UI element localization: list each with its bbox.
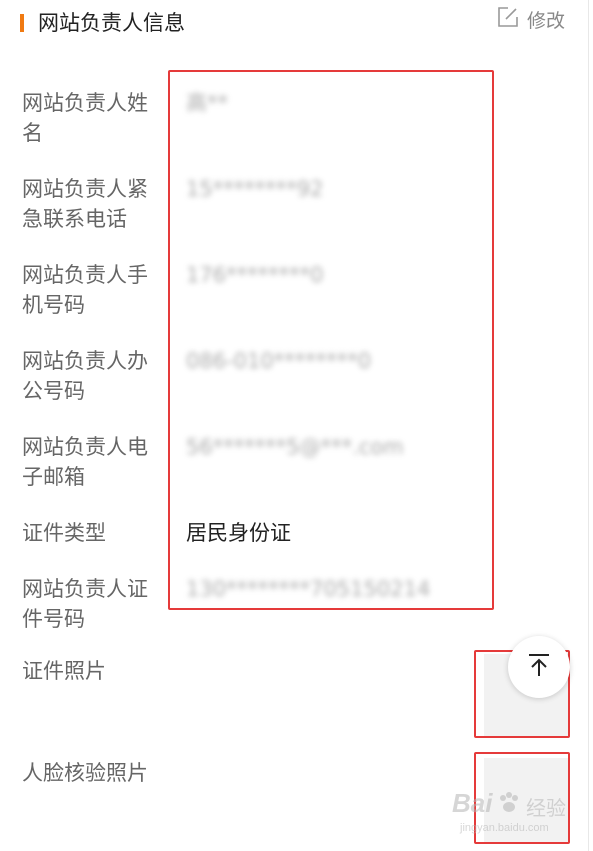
edit-button[interactable]: 修改	[497, 4, 565, 34]
section-title: 网站负责人信息	[38, 11, 185, 35]
right-edge-divider	[588, 0, 589, 851]
field-label-emergency-phone: 网站负责人紧急联系电话	[22, 177, 148, 231]
back-to-top-button[interactable]	[508, 636, 570, 698]
field-value-mobile: 176********0	[186, 263, 324, 287]
field-label-office-phone: 网站负责人办公号码	[22, 349, 148, 403]
field-label-name: 网站负责人姓名	[22, 91, 148, 145]
watermark-brand-suffix: 经验	[526, 798, 566, 820]
edit-label: 修改	[526, 9, 565, 32]
photo-label-face: 人脸核验照片	[22, 761, 148, 785]
baidu-jingyan-watermark: Bai 经验 jingyan.baidu.com	[452, 786, 580, 838]
field-value-emergency-phone: 15********92	[186, 177, 324, 201]
paw-icon	[500, 792, 518, 812]
edit-icon	[497, 6, 527, 33]
section-header: 网站负责人信息 修改	[0, 0, 593, 46]
field-label-email: 网站负责人电子邮箱	[22, 435, 148, 489]
section-accent-bar	[20, 14, 24, 32]
field-label-mobile: 网站负责人手机号码	[22, 263, 148, 317]
field-value-id-number: 130********705150214	[186, 577, 431, 601]
arrow-up-to-top-icon	[526, 652, 552, 682]
field-label-id-type: 证件类型	[22, 521, 106, 545]
field-label-id-number: 网站负责人证件号码	[22, 577, 148, 631]
field-value-id-type: 居民身份证	[186, 521, 291, 545]
field-value-name: 高**	[186, 91, 228, 115]
watermark-url: jingyan.baidu.com	[460, 822, 549, 834]
field-value-office-phone: 086-010********0	[186, 349, 372, 373]
photo-label-id: 证件照片	[22, 659, 106, 683]
watermark-brand: Bai	[452, 788, 493, 818]
field-value-email: 56*******5@***.com	[186, 435, 404, 459]
